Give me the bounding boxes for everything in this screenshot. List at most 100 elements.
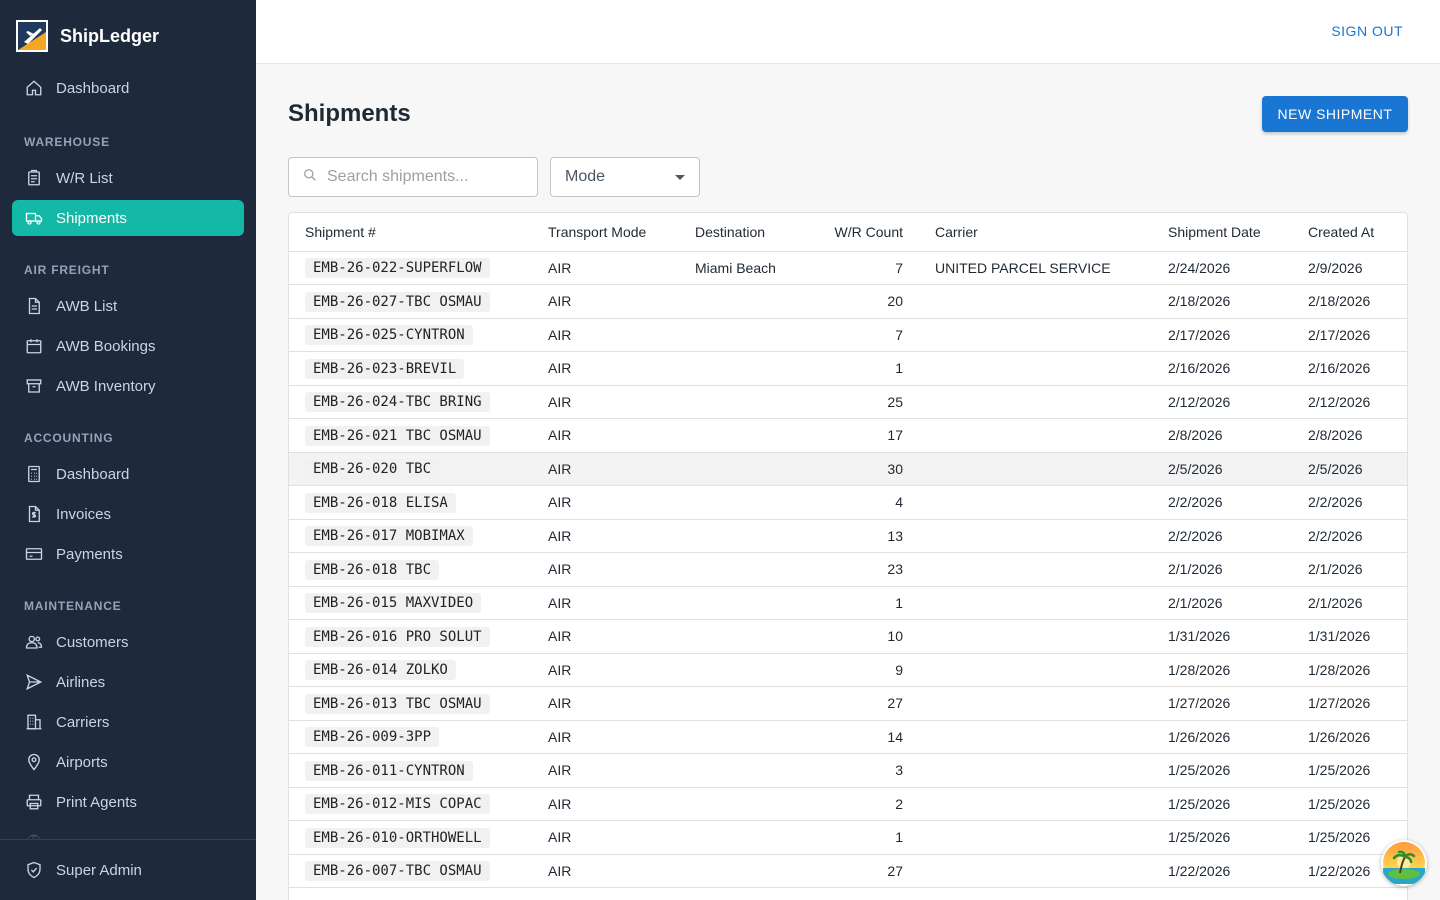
- sidebar-item-customers[interactable]: Customers: [12, 624, 244, 660]
- cell-created-at: 1/27/2026: [1292, 686, 1407, 721]
- table-row[interactable]: EMB-26-025-CYNTRON AIR 7 2/17/2026 2/17/2026: [289, 318, 1407, 352]
- sign-out-button[interactable]: SIGN OUT: [1331, 23, 1403, 39]
- cell-carrier: [919, 787, 1152, 821]
- cell-destination: [679, 452, 789, 486]
- shipment-number-chip[interactable]: EMB-26-014 ZOLKO: [305, 660, 456, 681]
- sidebar-item-payments[interactable]: Payments: [12, 536, 244, 572]
- sidebar-item-label: AWB Bookings: [56, 337, 156, 355]
- cell-wr-count: 30: [789, 452, 919, 486]
- table-row[interactable]: EMB-26-013 TBC OSMAU AIR 27 1/27/2026 1/27/2…: [289, 686, 1407, 721]
- table-row[interactable]: EMB-26-018 ELISA AIR 4 2/2/2026 2/2/2026: [289, 485, 1407, 520]
- column-header-transport-mode[interactable]: Transport Mode: [532, 213, 679, 252]
- cell-shipment-date: 2/8/2026: [1152, 418, 1292, 453]
- table-row[interactable]: EMB-26-021 TBC OSMAU AIR 17 2/8/2026 2/8/202…: [289, 418, 1407, 453]
- sidebar-item-awb-bookings[interactable]: AWB Bookings: [12, 328, 244, 364]
- cell-wr-count: 17: [789, 418, 919, 453]
- cell-destination: [679, 552, 789, 587]
- user-avatar[interactable]: [1381, 840, 1427, 886]
- column-header-created-at[interactable]: Created At: [1292, 213, 1407, 252]
- shipment-number-chip[interactable]: EMB-26-023-BREVIL: [305, 358, 465, 379]
- document-icon: [24, 296, 44, 316]
- table-row[interactable]: EMB-26-023-BREVIL AIR 1 2/16/2026 2/16/2026: [289, 351, 1407, 386]
- cell-shipment-date: 1/25/2026: [1152, 753, 1292, 788]
- shipment-number-chip[interactable]: EMB-26-018 TBC: [305, 559, 440, 580]
- table-row[interactable]: EMB-26-010-ORTHOWELL AIR 1 1/25/2026 1/25/20…: [289, 820, 1407, 855]
- sidebar-item-label: Dashboard: [56, 79, 130, 97]
- cell-wr-count: 23: [789, 552, 919, 587]
- table-row[interactable]: EMB-26-009-3PP AIR 14 1/26/2026 1/26/2026: [289, 720, 1407, 754]
- cell-created-at: 2/5/2026: [1292, 452, 1407, 486]
- column-header-wr-count[interactable]: W/R Count: [789, 213, 919, 252]
- table-row[interactable]: EMB-26-022-SUPERFLOW AIR Miami Beach 7 UNITE…: [289, 251, 1407, 285]
- sidebar-item-airports[interactable]: Airports: [12, 744, 244, 780]
- search-box[interactable]: [288, 157, 538, 197]
- shipment-number-chip[interactable]: EMB-26-021 TBC OSMAU: [305, 425, 490, 446]
- sidebar-item-print-agents[interactable]: Print Agents: [12, 784, 244, 820]
- sidebar-item-dashboard[interactable]: Dashboard: [12, 70, 244, 106]
- shipment-number-chip[interactable]: EMB-26-011-CYNTRON: [305, 760, 473, 781]
- scroll-fade: [0, 820, 256, 840]
- cell-transport-mode: AIR: [532, 418, 679, 453]
- sidebar-item-awb-inventory[interactable]: AWB Inventory: [12, 368, 244, 404]
- table-row[interactable]: EMB-26-007-TBC OSMAU AIR 27 1/22/2026 1/22/2…: [289, 854, 1407, 888]
- cell-carrier: [919, 820, 1152, 855]
- sidebar-item-accounting-dashboard[interactable]: Dashboard: [12, 456, 244, 492]
- table-row[interactable]: EMB-26-017 MOBIMAX AIR 13 2/2/2026 2/2/2026: [289, 519, 1407, 553]
- invoice-icon: [24, 504, 44, 524]
- table-row[interactable]: EMB-26-016 PRO SOLUT AIR 10 1/31/2026 1/31/2…: [289, 619, 1407, 654]
- cell-transport-mode: AIR: [532, 619, 679, 654]
- sidebar-item-wr-list[interactable]: W/R List: [12, 160, 244, 196]
- sidebar-item-carriers[interactable]: Carriers: [12, 704, 244, 740]
- search-input[interactable]: [327, 168, 527, 186]
- sidebar-item-awb-list[interactable]: AWB List: [12, 288, 244, 324]
- cell-shipment-number: EMB-26-024-TBC BRING: [289, 385, 532, 419]
- shipment-number-chip[interactable]: EMB-26-012-MIS COPAC: [305, 794, 490, 815]
- sidebar-item-label: Payments: [56, 545, 123, 563]
- building-icon: [24, 712, 44, 732]
- shipment-number-chip[interactable]: EMB-26-025-CYNTRON: [305, 325, 473, 346]
- shipment-number-chip[interactable]: EMB-26-020 TBC: [305, 459, 440, 480]
- shipment-number-chip[interactable]: EMB-26-027-TBC OSMAU: [305, 291, 490, 312]
- sidebar-item-super-admin[interactable]: Super Admin: [12, 852, 244, 888]
- cell-destination: [679, 619, 789, 654]
- table-row[interactable]: EMB-26-014 ZOLKO AIR 9 1/28/2026 1/28/2026: [289, 653, 1407, 687]
- sidebar: ShipLedger Dashboard WAREHOUSE W/R List …: [0, 0, 256, 900]
- sidebar-item-invoices[interactable]: Invoices: [12, 496, 244, 532]
- sidebar-item-shipments[interactable]: Shipments: [12, 200, 244, 236]
- cell-shipment-date: 2/18/2026: [1152, 284, 1292, 319]
- shipment-number-chip[interactable]: EMB-26-022-SUPERFLOW: [305, 258, 490, 279]
- app-logo-icon: [16, 20, 48, 52]
- cell-carrier: [919, 452, 1152, 486]
- column-header-destination[interactable]: Destination: [679, 213, 789, 252]
- shield-icon: [24, 860, 44, 880]
- cell-transport-mode: AIR: [532, 854, 679, 888]
- sidebar-item-airlines[interactable]: Airlines: [12, 664, 244, 700]
- mode-filter-select[interactable]: Mode: [550, 157, 700, 197]
- column-header-shipment-date[interactable]: Shipment Date: [1152, 213, 1292, 252]
- shipment-number-chip[interactable]: EMB-26-009-3PP: [305, 727, 440, 748]
- shipment-number-chip[interactable]: EMB-26-018 ELISA: [305, 492, 456, 513]
- new-shipment-button[interactable]: NEW SHIPMENT: [1262, 96, 1408, 132]
- column-header-shipment[interactable]: Shipment #: [289, 213, 532, 252]
- shipment-number-chip[interactable]: EMB-26-017 MOBIMAX: [305, 526, 473, 547]
- shipment-number-chip[interactable]: EMB-26-015 MAXVIDEO: [305, 593, 482, 614]
- shipment-number-chip[interactable]: EMB-26-010-ORTHOWELL: [305, 827, 490, 848]
- table-row[interactable]: EMB-26-024-TBC BRING AIR 25 2/12/2026 2/12/2…: [289, 385, 1407, 419]
- brand[interactable]: ShipLedger: [16, 20, 159, 52]
- shipment-number-chip[interactable]: EMB-26-024-TBC BRING: [305, 392, 490, 413]
- shipment-number-chip[interactable]: EMB-26-013 TBC OSMAU: [305, 693, 490, 714]
- cell-shipment-date: 1/25/2026: [1152, 820, 1292, 855]
- column-header-carrier[interactable]: Carrier: [919, 213, 1152, 252]
- shipment-number-chip[interactable]: EMB-26-007-TBC OSMAU: [305, 861, 490, 882]
- table-row[interactable]: EMB-26-027-TBC OSMAU AIR 20 2/18/2026 2/18/2…: [289, 284, 1407, 319]
- table-row[interactable]: EMB-26-015 MAXVIDEO AIR 1 2/1/2026 2/1/2026: [289, 586, 1407, 620]
- cell-shipment-date: 1/22/2026: [1152, 854, 1292, 888]
- cell-carrier: [919, 552, 1152, 587]
- table-row[interactable]: EMB-26-011-CYNTRON AIR 3 1/25/2026 1/25/2026: [289, 753, 1407, 788]
- cell-transport-mode: AIR: [532, 485, 679, 520]
- cell-transport-mode: AIR: [532, 351, 679, 386]
- shipment-number-chip[interactable]: EMB-26-016 PRO SOLUT: [305, 626, 490, 647]
- table-row[interactable]: EMB-26-018 TBC AIR 23 2/1/2026 2/1/2026: [289, 552, 1407, 587]
- table-row[interactable]: EMB-26-020 TBC AIR 30 2/5/2026 2/5/2026: [289, 452, 1407, 486]
- table-row[interactable]: EMB-26-012-MIS COPAC AIR 2 1/25/2026 1/25/20…: [289, 787, 1407, 821]
